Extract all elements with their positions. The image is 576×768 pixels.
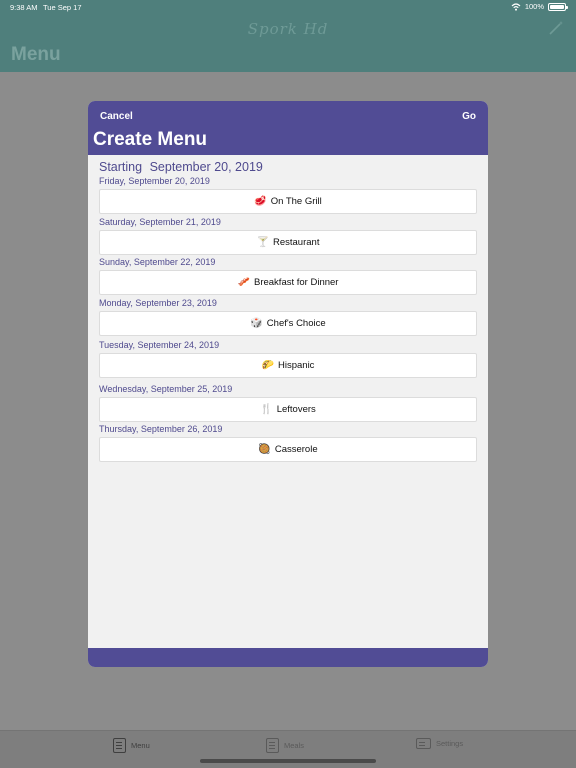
day-label: Saturday, September 21, 2019 bbox=[99, 217, 221, 227]
modal-header: Cancel Go Create Menu bbox=[88, 101, 488, 155]
go-button[interactable]: Go bbox=[462, 111, 476, 122]
meal-name: On The Grill bbox=[270, 196, 322, 207]
wifi-icon bbox=[511, 2, 521, 11]
battery-percent: 100% bbox=[524, 2, 544, 11]
meal-cell[interactable]: 🍴 Leftovers bbox=[99, 397, 477, 422]
day-label: Friday, September 20, 2019 bbox=[99, 176, 210, 186]
meal-cell[interactable]: 🥓 Breakfast for Dinner bbox=[99, 270, 477, 295]
settings-sliders-icon bbox=[416, 738, 431, 749]
status-right: 100% bbox=[511, 2, 568, 11]
meal-name: Chef's Choice bbox=[266, 318, 326, 329]
meal-name: Hispanic bbox=[278, 360, 315, 371]
starting-date-value: September 20, 2019 bbox=[149, 160, 263, 174]
modal-content: Starting September 20, 2019 Friday, Sept… bbox=[88, 155, 488, 648]
meal-name: Casserole bbox=[274, 444, 318, 455]
status-time: 9:38 AM bbox=[10, 3, 38, 12]
status-date: Tue Sep 17 bbox=[43, 3, 82, 12]
meal-name: Restaurant bbox=[272, 237, 320, 248]
taco-icon: 🌮 bbox=[261, 360, 274, 371]
bacon-icon: 🥓 bbox=[237, 277, 250, 288]
day-label: Thursday, September 26, 2019 bbox=[99, 424, 223, 434]
meal-cell[interactable]: 🍸 Restaurant bbox=[99, 230, 477, 255]
dice-icon: 🎲 bbox=[250, 318, 263, 329]
fork-knife-icon: 🍴 bbox=[260, 404, 273, 415]
tab-menu-label: Menu bbox=[131, 741, 150, 750]
modal-title: Create Menu bbox=[93, 129, 208, 150]
page-title: Menu bbox=[11, 44, 61, 65]
meals-book-icon bbox=[266, 738, 279, 753]
meal-cell[interactable]: 🎲 Chef's Choice bbox=[99, 311, 477, 336]
starting-date-row[interactable]: Starting September 20, 2019 bbox=[99, 160, 263, 174]
tab-meals[interactable]: Meals bbox=[266, 738, 304, 753]
tab-settings[interactable]: Settings bbox=[416, 738, 463, 749]
cancel-button[interactable]: Cancel bbox=[100, 111, 133, 122]
casserole-pan-icon: 🥘 bbox=[258, 444, 271, 455]
day-label: Tuesday, September 24, 2019 bbox=[99, 340, 220, 350]
tab-meals-label: Meals bbox=[284, 741, 305, 750]
menu-list-icon bbox=[113, 738, 126, 753]
app-header: Spork Hd Menu bbox=[0, 14, 576, 72]
steak-icon: 🥩 bbox=[254, 196, 267, 207]
tab-menu[interactable]: Menu bbox=[113, 738, 150, 753]
meal-cell[interactable]: 🥩 On The Grill bbox=[99, 189, 477, 214]
starting-label: Starting bbox=[99, 160, 143, 174]
tab-bar: Menu Meals Settings bbox=[0, 730, 576, 768]
home-indicator bbox=[200, 759, 376, 763]
tab-settings-label: Settings bbox=[436, 739, 464, 748]
magic-wand-icon[interactable] bbox=[548, 20, 564, 36]
day-label: Sunday, September 22, 2019 bbox=[99, 257, 216, 267]
day-label: Wednesday, September 25, 2019 bbox=[99, 384, 233, 394]
meal-name: Leftovers bbox=[276, 404, 316, 415]
app-brand-logo: Spork Hd bbox=[247, 20, 329, 38]
day-label: Monday, September 23, 2019 bbox=[99, 298, 217, 308]
battery-icon bbox=[548, 2, 568, 11]
status-bar: 9:38 AM Tue Sep 17 100% bbox=[0, 0, 576, 14]
modal-footer bbox=[88, 648, 488, 667]
meal-cell[interactable]: 🥘 Casserole bbox=[99, 437, 477, 462]
meal-cell[interactable]: 🌮 Hispanic bbox=[99, 353, 477, 378]
meal-name: Breakfast for Dinner bbox=[253, 277, 339, 288]
cocktail-icon: 🍸 bbox=[256, 237, 269, 248]
create-menu-modal: Cancel Go Create Menu Starting September… bbox=[88, 101, 488, 667]
